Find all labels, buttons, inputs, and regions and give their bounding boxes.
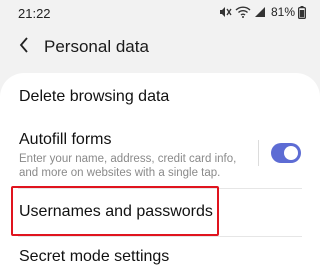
status-time: 21:22 <box>18 6 51 21</box>
signal-icon <box>254 6 266 18</box>
chevron-left-icon <box>18 36 30 59</box>
battery-percent: 81% <box>270 5 295 19</box>
toggle-separator <box>258 140 259 166</box>
app-bar: Personal data <box>0 30 320 64</box>
secret-mode-settings-item[interactable]: Secret mode settings <box>0 237 320 280</box>
highlight-box <box>11 186 219 236</box>
back-button[interactable] <box>12 34 36 60</box>
item-label: Secret mode settings <box>19 248 170 265</box>
item-label: Delete browsing data <box>19 88 170 105</box>
page-title: Personal data <box>44 37 149 56</box>
mute-icon <box>218 6 232 18</box>
item-subtitle: Enter your name, address, credit card in… <box>19 153 237 179</box>
toggle-knob <box>284 146 298 160</box>
battery-icon <box>298 5 306 19</box>
status-icons: 81% <box>218 5 306 19</box>
wifi-icon <box>235 6 251 18</box>
status-bar: 21:22 81% <box>0 0 320 28</box>
item-label: Autofill forms <box>19 131 112 148</box>
delete-browsing-data-item[interactable]: Delete browsing data <box>0 73 320 120</box>
autofill-toggle[interactable] <box>271 143 301 163</box>
